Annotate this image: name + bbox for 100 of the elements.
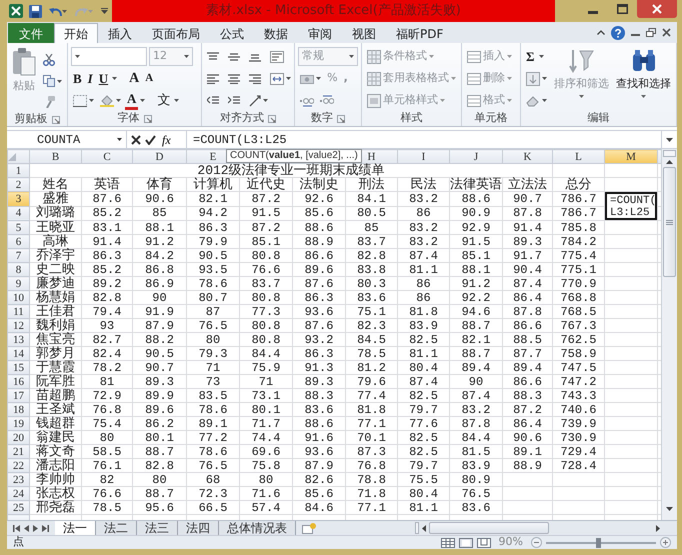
rows-icon	[467, 72, 482, 84]
page-break-icon[interactable]	[476, 538, 491, 548]
ribbon-tab[interactable]: 公式	[210, 23, 254, 43]
sheet-tab[interactable]: 法三	[137, 521, 178, 535]
zoom-in-icon[interactable]	[660, 537, 671, 548]
next-sheet-icon[interactable]	[33, 524, 38, 532]
ribbon-tab[interactable]: 福昕PDF	[386, 23, 454, 43]
name-box[interactable]: COUNTA	[7, 131, 127, 148]
dialog-launcher-icon[interactable]	[268, 114, 276, 122]
column-header[interactable]: I	[398, 150, 450, 164]
insert-function-button[interactable]: fx	[160, 130, 173, 148]
caret-icon	[116, 99, 121, 102]
help-icon[interactable]	[611, 26, 625, 40]
format-toggle[interactable]: B	[71, 68, 84, 88]
normal-view-icon[interactable]	[440, 538, 455, 548]
first-sheet-icon[interactable]	[13, 524, 20, 532]
scroll-up-icon[interactable]	[666, 160, 673, 164]
last-sheet-icon[interactable]	[42, 524, 49, 532]
column-header[interactable]: M	[604, 150, 658, 164]
enter-icon[interactable]	[145, 134, 156, 144]
format-toggle[interactable]: I	[86, 68, 95, 88]
row-header[interactable]: 6	[8, 234, 30, 248]
row-header[interactable]: 11	[8, 304, 30, 318]
row-header[interactable]: 8	[8, 262, 30, 276]
row-header[interactable]: 24	[8, 486, 30, 500]
row-header[interactable]: 19	[8, 416, 30, 430]
row-header[interactable]: 13	[8, 332, 30, 346]
row-header[interactable]: 14	[8, 346, 30, 360]
font-color-button[interactable]: A	[125, 92, 138, 110]
split-handle-icon[interactable]	[415, 522, 419, 534]
formula-field[interactable]: =COUNT(L3:L25	[187, 131, 661, 148]
row-header[interactable]: 5	[8, 220, 30, 234]
row-header[interactable]: 7	[8, 248, 30, 262]
phonetic-button[interactable]: 文	[155, 90, 172, 110]
row-header[interactable]: 1	[8, 164, 30, 178]
table-cell: 87.4	[462, 388, 490, 402]
autosum-button[interactable]: Σ	[524, 46, 536, 66]
zoom-out-icon[interactable]	[531, 537, 542, 548]
cancel-icon[interactable]	[131, 134, 141, 144]
row-header[interactable]: 3	[8, 192, 30, 206]
scroll-thumb[interactable]	[429, 522, 549, 534]
row-header[interactable]: 12	[8, 318, 30, 332]
sheet-tab[interactable]: 总体情况表	[219, 521, 296, 535]
column-header[interactable]: K	[502, 150, 552, 164]
row-header[interactable]: 25	[8, 500, 30, 514]
scroll-thumb[interactable]	[663, 167, 676, 277]
dialog-launcher-icon[interactable]	[337, 114, 346, 122]
dialog-launcher-icon[interactable]	[52, 116, 60, 124]
cell-editor[interactable]: =COUNT( L3:L25	[605, 192, 657, 220]
format-toggle[interactable]: U	[96, 68, 110, 88]
row-header[interactable]: 18	[8, 402, 30, 416]
sheet-tab[interactable]: 法一	[55, 521, 96, 535]
slider-thumb[interactable]	[596, 538, 601, 548]
collapse-ribbon-icon[interactable]	[597, 30, 605, 35]
restore-icon[interactable]	[646, 28, 656, 37]
caret-icon	[75, 55, 80, 58]
row-header[interactable]: 10	[8, 290, 30, 304]
split-handle-icon[interactable]	[663, 150, 676, 157]
row-header[interactable]: 21	[8, 444, 30, 458]
column-header[interactable]: B	[30, 150, 82, 164]
previous-sheet-icon[interactable]	[24, 524, 29, 532]
row-header[interactable]: 2	[8, 178, 30, 192]
table-cell: 68	[206, 472, 220, 486]
sheet-tab[interactable]: 法二	[96, 521, 137, 535]
find-select-button[interactable]: 查找和选择	[614, 46, 673, 111]
ribbon-tab[interactable]: 开始	[54, 23, 98, 43]
row-header[interactable]: 20	[8, 430, 30, 444]
page-layout-icon[interactable]	[458, 538, 473, 548]
ribbon-tab[interactable]: 数据	[254, 23, 298, 43]
row-header[interactable]: 9	[8, 276, 30, 290]
table-cell: 81.5	[462, 444, 490, 458]
insert-sheet-icon[interactable]	[302, 522, 316, 534]
table-cell: 739.9	[560, 416, 596, 430]
sheet-tab[interactable]: 法四	[178, 521, 219, 535]
row-header[interactable]: 17	[8, 388, 30, 402]
scroll-right-icon[interactable]	[656, 524, 660, 532]
close-icon[interactable]	[662, 28, 671, 37]
row-header[interactable]: 16	[8, 374, 30, 388]
file-tab[interactable]: 文件	[8, 23, 54, 43]
column-header[interactable]: L	[552, 150, 604, 164]
row-header[interactable]: 23	[8, 472, 30, 486]
table-cell: 87	[206, 304, 220, 318]
ribbon-tab[interactable]: 审阅	[298, 23, 342, 43]
row-header[interactable]: 4	[8, 206, 30, 220]
column-header[interactable]: J	[450, 150, 502, 164]
row-header[interactable]: 22	[8, 458, 30, 472]
ribbon-tab[interactable]: 页面布局	[142, 23, 210, 43]
shrink-font-button[interactable]: A	[143, 68, 156, 88]
ribbon-tab[interactable]: 插入	[98, 23, 142, 43]
column-header[interactable]: D	[132, 150, 186, 164]
column-header[interactable]: C	[82, 150, 132, 164]
scroll-left-icon[interactable]	[422, 524, 426, 532]
grow-font-button[interactable]: A	[127, 68, 142, 88]
save-button[interactable]	[27, 2, 43, 20]
ribbon-tab[interactable]: 视图	[342, 23, 386, 43]
row-header[interactable]: 15	[8, 360, 30, 374]
dialog-launcher-icon[interactable]	[144, 114, 152, 122]
group-label: 字体	[118, 110, 140, 126]
close-button[interactable]	[637, 0, 677, 18]
scroll-down-icon[interactable]	[666, 507, 673, 511]
